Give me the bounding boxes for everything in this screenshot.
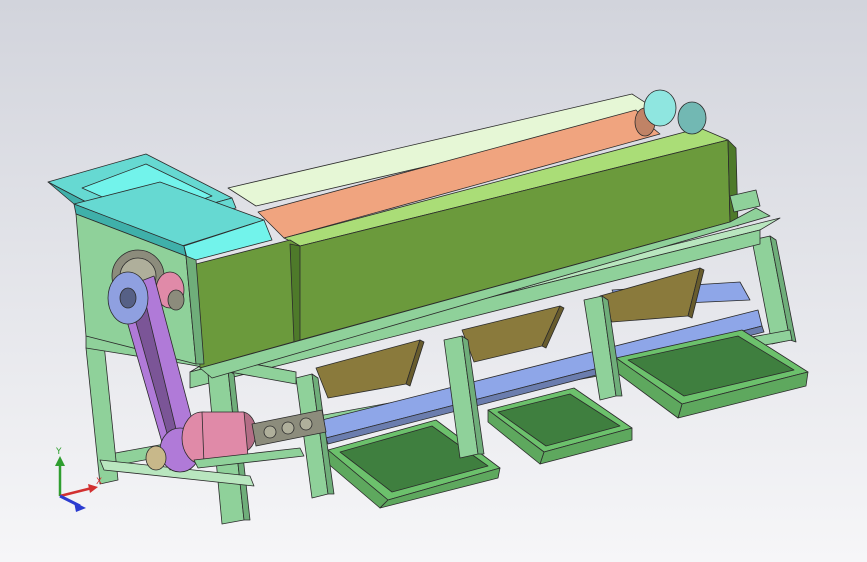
collection-tray-2 <box>487 387 633 465</box>
y-axis-label: Y <box>55 447 62 457</box>
x-axis-label: X <box>96 477 102 487</box>
axis-triad: Y X <box>55 447 102 512</box>
machine-3d-model[interactable]: Y X <box>0 0 867 562</box>
cad-viewport[interactable]: Y X <box>0 0 867 562</box>
